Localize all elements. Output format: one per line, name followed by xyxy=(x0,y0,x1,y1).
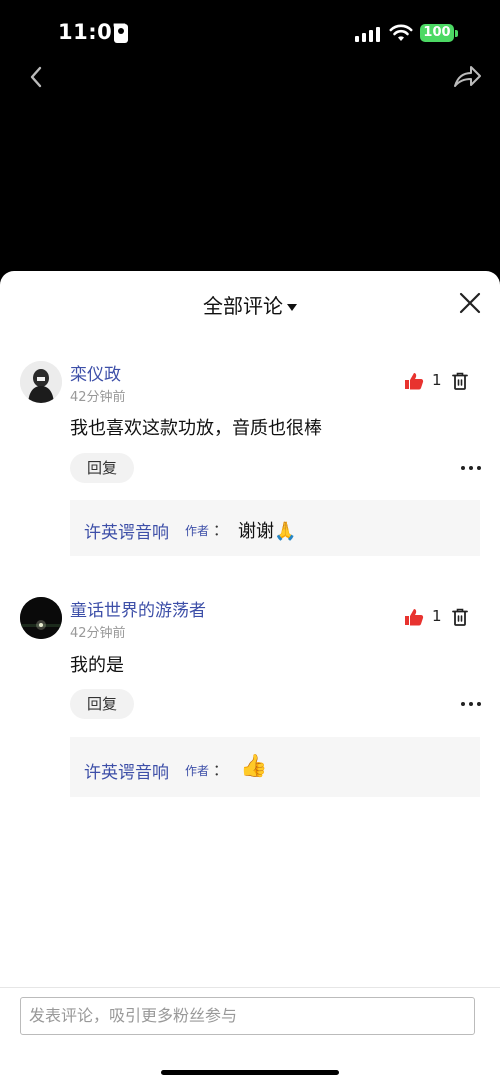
comment-sheet: 全部评论 栾仪政 42分钟前 我也喜欢这款功放，音质也很棒 1 回复 许英谔音响… xyxy=(0,271,500,1083)
trash-icon[interactable] xyxy=(452,372,468,390)
home-indicator xyxy=(161,1070,339,1075)
comment-sort-dropdown[interactable]: 全部评论 xyxy=(0,290,500,319)
reply-text: 👍 xyxy=(240,754,268,779)
comment-author[interactable]: 栾仪政 xyxy=(70,360,121,385)
avatar[interactable] xyxy=(20,361,62,403)
comment-content: 我的是 xyxy=(70,655,124,676)
reply-button[interactable]: 回复 xyxy=(70,689,134,719)
author-reply: 许英谔音响 作者 ： 谢谢🙏 xyxy=(70,500,480,556)
author-tag: 作者 xyxy=(185,764,210,778)
caret-down-icon xyxy=(287,304,297,311)
reply-author[interactable]: 许英谔音响 xyxy=(84,518,169,543)
close-icon[interactable] xyxy=(458,291,482,315)
thumbs-up-icon[interactable] xyxy=(404,608,424,626)
battery-indicator: 100 xyxy=(420,24,454,42)
comment-time: 42分钟前 xyxy=(70,390,126,405)
status-bar: 11:07 100 xyxy=(0,0,500,56)
author-reply: 许英谔音响 作者 ： 👍 xyxy=(70,737,480,797)
share-icon[interactable] xyxy=(452,64,482,90)
comment-input[interactable]: 发表评论，吸引更多粉丝参与 xyxy=(20,997,475,1035)
avatar-night-icon xyxy=(20,597,62,639)
sheet-title: 全部评论 xyxy=(203,294,283,318)
back-chevron-icon[interactable] xyxy=(24,62,50,92)
cellular-signal-icon xyxy=(355,26,381,42)
comment-author[interactable]: 童话世界的游荡者 xyxy=(70,596,206,621)
sheet-header: 全部评论 xyxy=(0,271,500,333)
more-options-icon[interactable] xyxy=(461,466,481,472)
reply-colon: ： xyxy=(213,521,229,539)
reply-colon: ： xyxy=(213,761,229,779)
comment-time: 42分钟前 xyxy=(70,626,126,641)
reply-text: 谢谢🙏 xyxy=(238,521,297,542)
contact-badge-icon xyxy=(114,24,128,43)
more-options-icon[interactable] xyxy=(461,702,481,708)
author-tag: 作者 xyxy=(185,524,210,538)
reply-author[interactable]: 许英谔音响 xyxy=(84,758,169,783)
trash-icon[interactable] xyxy=(452,608,468,626)
thumbs-up-icon[interactable] xyxy=(404,372,424,390)
battery-tip xyxy=(455,30,458,37)
avatar[interactable] xyxy=(20,597,62,639)
reply-button[interactable]: 回复 xyxy=(70,453,134,483)
like-count: 1 xyxy=(432,371,442,389)
comment-input-bar: 发表评论，吸引更多粉丝参与 xyxy=(0,987,500,1083)
like-count: 1 xyxy=(432,607,442,625)
comment-content: 我也喜欢这款功放，音质也很棒 xyxy=(70,418,322,439)
avatar-person-icon xyxy=(20,361,62,403)
wifi-icon xyxy=(389,24,413,41)
